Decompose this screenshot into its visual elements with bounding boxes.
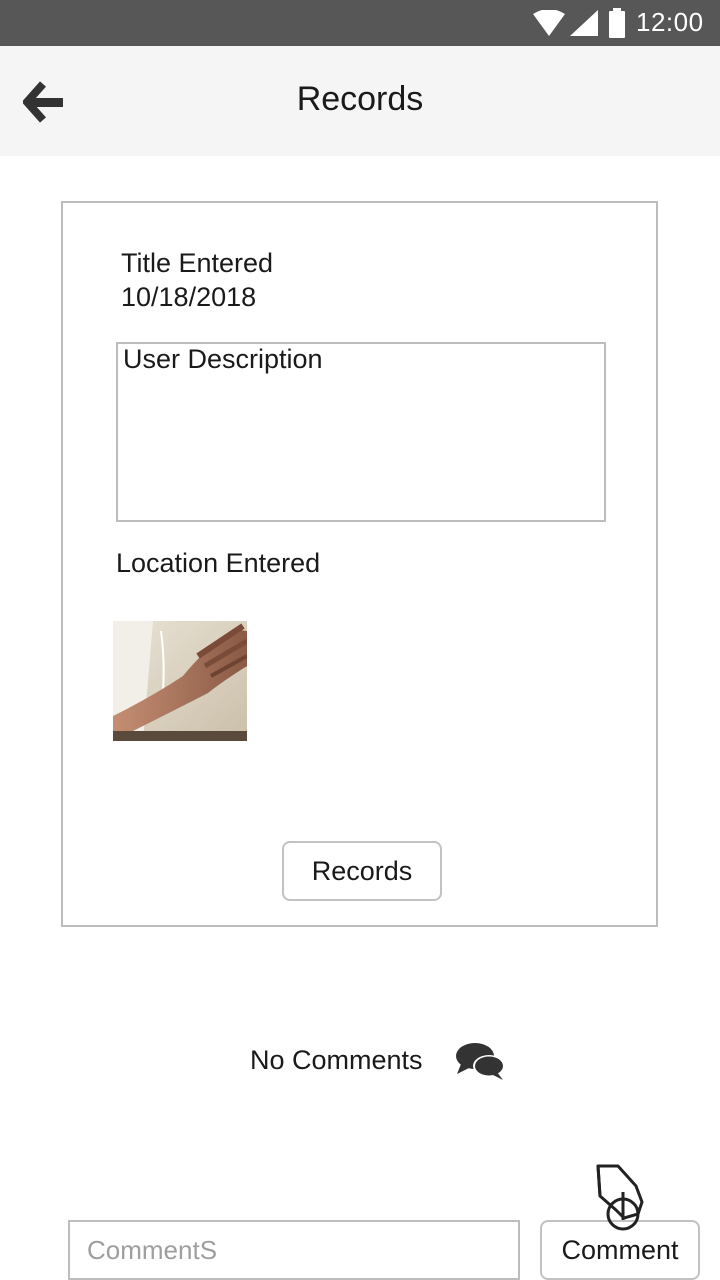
page-title: Records [296,80,424,118]
comments-icon [455,1040,507,1089]
record-card: Title Entered 10/18/2018 User Descriptio… [61,201,658,927]
no-comments-text: No Comments [250,1045,423,1075]
record-photo[interactable] [113,621,247,741]
status-bar: 12:00 [0,0,720,46]
cell-signal-icon [570,10,598,41]
status-time: 12:00 [636,7,704,37]
description-box: User Description [116,342,606,522]
records-button[interactable]: Records [282,841,442,901]
comment-input[interactable] [68,1220,520,1280]
record-title: Title Entered [121,248,274,278]
comment-submit-button[interactable]: Comment [540,1220,700,1280]
record-location: Location Entered [116,548,321,578]
app-bar: Records [0,46,720,156]
record-date: 10/18/2018 [121,282,257,312]
wifi-icon [533,9,565,41]
record-description: User Description [123,344,323,374]
battery-icon [608,8,626,43]
